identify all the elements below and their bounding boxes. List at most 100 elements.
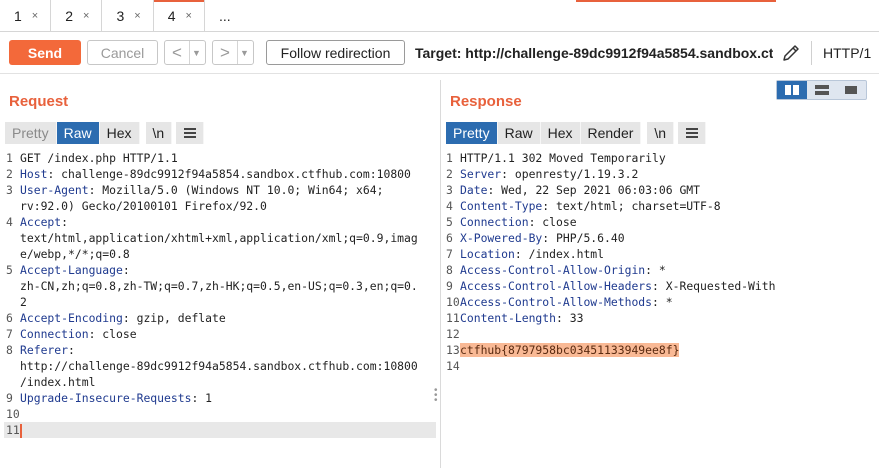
header-value: : Wed, 22 Sep 2021 06:03:06 GMT [487,183,701,197]
request-newline-toggle[interactable]: \n [145,122,173,144]
header-value: : * [645,263,666,277]
tab-accent-line [576,0,776,2]
response-title: Response [450,93,522,110]
cancel-button[interactable]: Cancel [87,40,158,65]
line-number: 4 [446,199,453,213]
response-line[interactable]: 8 Access-Control-Allow-Origin: * [444,262,868,278]
header-name: Upgrade-Insecure-Requests [20,391,192,405]
tab-3[interactable]: 3 × [102,0,154,31]
response-line[interactable]: 6 X-Powered-By: PHP/5.6.40 [444,230,868,246]
request-line[interactable]: 1 GET /index.php HTTP/1.1 [4,150,436,166]
tab-1[interactable]: 1 × [0,0,52,31]
tab-4[interactable]: 4 × [153,0,205,31]
response-line[interactable]: 9 Access-Control-Allow-Headers: X-Request… [444,278,868,294]
line-number: 13 [446,343,460,357]
request-line[interactable]: 2 Host: challenge-89dc9912f94a5854.sandbo… [4,166,436,182]
request-line[interactable]: 4 Accept: [4,214,436,230]
header-name: X-Powered-By [460,231,543,245]
layout-side-by-side-icon[interactable] [777,81,807,99]
close-icon[interactable]: × [83,10,89,22]
close-icon[interactable]: × [186,10,192,22]
pane-splitter-handle-icon[interactable]: • • • [434,386,438,406]
request-line[interactable]: text/html,application/xhtml+xml,applicat… [4,230,436,246]
request-line[interactable]: 5 Accept-Language: [4,262,436,278]
line-content: Accept-Language: [20,262,130,278]
line-number: 8 [6,343,13,357]
header-name: Accept [20,215,62,229]
response-mode-render[interactable]: Render [580,122,642,144]
header-value: : /index.html [514,247,605,261]
close-icon[interactable]: × [134,10,140,22]
line-content: HTTP/1.1 302 Moved Temporarily [460,150,666,166]
history-forward-group: > ▼ [212,40,254,65]
request-editor[interactable]: 1 GET /index.php HTTP/1.1 2 Host: challenge… [4,150,436,438]
header-name: Access-Control-Allow-Origin [460,263,646,277]
request-line[interactable]: 9 Upgrade-Insecure-Requests: 1 [4,390,436,406]
response-line[interactable]: 11 Content-Length: 33 [444,310,868,326]
header-value: : close [88,327,137,341]
tab-2[interactable]: 2 × [51,0,103,31]
chevron-down-icon[interactable]: ▼ [237,41,251,64]
response-mode-pretty[interactable]: Pretty [446,122,498,144]
header-value: : X-Requested-With [652,279,776,293]
response-line[interactable]: 13 ctfhub{8797958bc03451133949ee8f} [444,342,868,358]
request-mode-hex[interactable]: Hex [99,122,140,144]
back-arrow-icon[interactable]: < [165,43,189,63]
tab-more[interactable]: ... [205,0,245,31]
response-line[interactable]: 5 Connection: close [444,214,868,230]
response-line[interactable]: 7 Location: /index.html [444,246,868,262]
line-content: zh-CN,zh;q=0.8,zh-TW;q=0.7,zh-HK;q=0.5,e… [20,278,418,294]
header-name: Accept-Language [20,263,123,277]
toolbar-separator [811,41,812,65]
chevron-down-icon[interactable]: ▼ [189,41,203,64]
response-line[interactable]: 1 HTTP/1.1 302 Moved Temporarily [444,150,868,166]
response-line[interactable]: 4 Content-Type: text/html; charset=UTF-8 [444,198,868,214]
response-options-menu-icon[interactable] [678,122,707,144]
follow-redirection-button[interactable]: Follow redirection [266,40,405,65]
response-line[interactable]: 2 Server: openresty/1.19.3.2 [444,166,868,182]
header-name: Date [460,183,488,197]
edit-target-pencil-icon[interactable] [780,42,802,64]
response-line[interactable]: 12 [444,326,868,342]
send-button[interactable]: Send [9,40,81,65]
line-content: Content-Type: text/html; charset=UTF-8 [460,198,721,214]
layout-stacked-icon[interactable] [807,81,837,99]
line-number: 11 [6,423,20,437]
request-mode-pretty[interactable]: Pretty [5,122,57,144]
response-mode-raw[interactable]: Raw [497,122,541,144]
request-options-menu-icon[interactable] [176,122,205,144]
response-view-modes: Pretty Raw Hex Render \n [446,122,707,144]
response-editor[interactable]: 1 HTTP/1.1 302 Moved Temporarily 2 Server: … [444,150,868,374]
response-newline-toggle[interactable]: \n [647,122,675,144]
request-line[interactable]: /index.html [4,374,436,390]
layout-single-icon[interactable] [836,81,866,99]
response-mode-hex[interactable]: Hex [540,122,581,144]
pane-splitter[interactable] [440,80,441,468]
line-number: 6 [6,311,13,325]
request-line[interactable]: 6 Accept-Encoding: gzip, deflate [4,310,436,326]
close-icon[interactable]: × [32,10,38,22]
request-line[interactable]: 7 Connection: close [4,326,436,342]
line-content: User-Agent: Mozilla/5.0 (Windows NT 10.0… [20,182,383,198]
request-line[interactable]: 3 User-Agent: Mozilla/5.0 (Windows NT 10.… [4,182,436,198]
response-line[interactable]: 3 Date: Wed, 22 Sep 2021 06:03:06 GMT [444,182,868,198]
request-mode-raw[interactable]: Raw [56,122,100,144]
line-content [20,422,22,438]
request-line[interactable]: 10 [4,406,436,422]
line-number [4,358,20,374]
http-version-label[interactable]: HTTP/1 [823,45,871,61]
layout-switch [776,80,867,100]
request-line[interactable]: http://challenge-89dc9912f94a5854.sandbo… [4,358,436,374]
forward-arrow-icon[interactable]: > [213,43,237,63]
line-number: 3 [446,183,453,197]
request-line[interactable]: rv:92.0) Gecko/20100101 Firefox/92.0 [4,198,436,214]
response-line[interactable]: 14 [444,358,868,374]
response-line[interactable]: 10 Access-Control-Allow-Methods: * [444,294,868,310]
line-content: Referer: [20,342,75,358]
request-line[interactable]: 2 [4,294,436,310]
request-line[interactable]: 8 Referer: [4,342,436,358]
request-line[interactable]: 11 [4,422,436,438]
response-scrollbar[interactable] [870,150,879,468]
request-line[interactable]: zh-CN,zh;q=0.8,zh-TW;q=0.7,zh-HK;q=0.5,e… [4,278,436,294]
request-line[interactable]: e/webp,*/*;q=0.8 [4,246,436,262]
